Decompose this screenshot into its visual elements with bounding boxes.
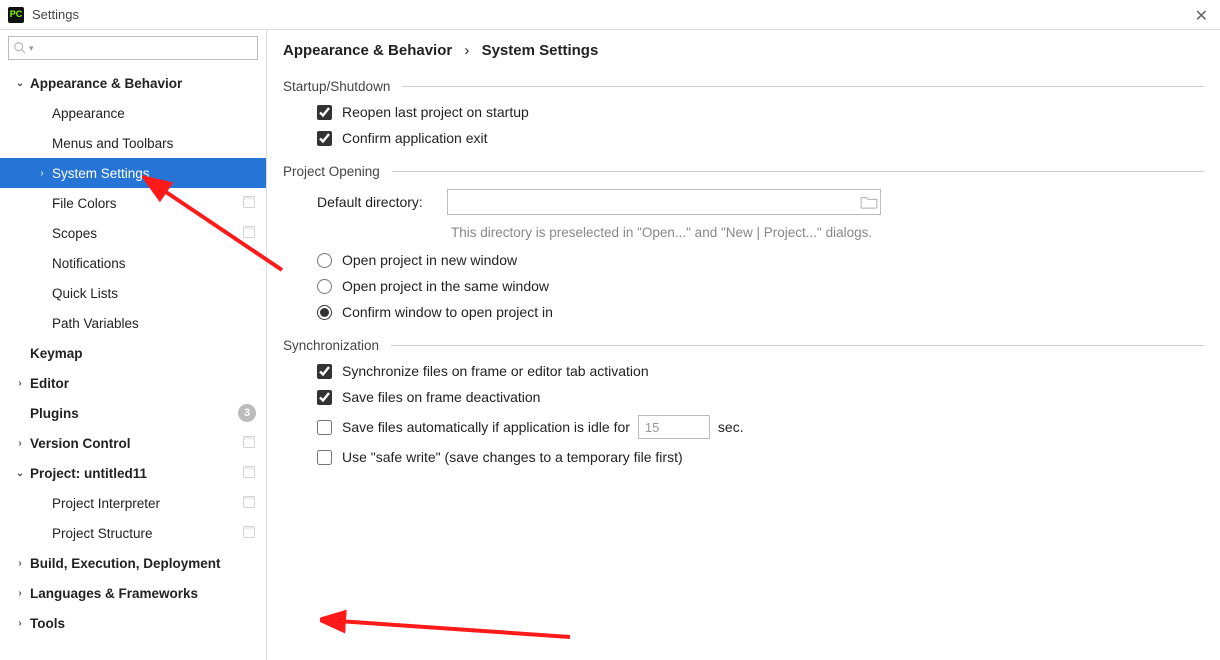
- tree-item-label: Notifications: [52, 256, 256, 271]
- tree-item-label: Path Variables: [52, 316, 256, 331]
- tree-item-version-control[interactable]: › Version Control: [0, 428, 266, 458]
- default-directory-hint: This directory is preselected in "Open..…: [451, 225, 1204, 240]
- reopen-checkbox[interactable]: [317, 105, 332, 120]
- tree-item-label: Keymap: [30, 346, 256, 361]
- checkbox-sync-files[interactable]: Synchronize files on frame or editor tab…: [317, 363, 1204, 379]
- tree-arrow-icon: ⌄: [14, 468, 26, 479]
- project-scope-icon: [242, 525, 256, 542]
- safe-write-checkbox[interactable]: [317, 450, 332, 465]
- content-pane: Appearance & Behavior › System Settings …: [267, 30, 1220, 660]
- radio-open-new-window[interactable]: Open project in new window: [317, 252, 1204, 268]
- save-deact-checkbox[interactable]: [317, 390, 332, 405]
- tree-item-project-untitled11[interactable]: ⌄ Project: untitled11: [0, 458, 266, 488]
- tree-item-label: Scopes: [52, 226, 242, 241]
- settings-tree: ⌄ Appearance & Behavior Appearance Menus an…: [0, 64, 266, 660]
- tree-item-label: Languages & Frameworks: [30, 586, 256, 601]
- tree-item-keymap[interactable]: Keymap: [0, 338, 266, 368]
- tree-item-scopes[interactable]: Scopes: [0, 218, 266, 248]
- confirm-window-radio[interactable]: [317, 305, 332, 320]
- tree-item-plugins[interactable]: Plugins3: [0, 398, 266, 428]
- tree-arrow-icon: ›: [14, 378, 26, 389]
- search-input[interactable]: [38, 37, 253, 59]
- tree-arrow-icon: ›: [14, 588, 26, 599]
- tree-item-project-structure[interactable]: Project Structure: [0, 518, 266, 548]
- titlebar: PC Settings ✕: [0, 0, 1220, 30]
- search-dropdown-icon[interactable]: ▾: [29, 43, 34, 54]
- project-scope-icon: [242, 495, 256, 512]
- tree-item-appearance[interactable]: Appearance: [0, 98, 266, 128]
- tree-item-label: Quick Lists: [52, 286, 256, 301]
- tree-item-label: Project Structure: [52, 526, 242, 541]
- search-icon: [13, 41, 27, 55]
- breadcrumb-separator: ›: [464, 42, 469, 59]
- tree-item-label: Plugins: [30, 406, 238, 421]
- tree-item-quick-lists[interactable]: Quick Lists: [0, 278, 266, 308]
- checkbox-save-on-deactivation[interactable]: Save files on frame deactivation: [317, 389, 1204, 405]
- confirm-exit-checkbox[interactable]: [317, 131, 332, 146]
- default-directory-field[interactable]: [447, 189, 881, 215]
- tree-arrow-icon: ›: [36, 168, 48, 179]
- default-directory-row: Default directory:: [317, 189, 1204, 215]
- app-icon: PC: [8, 7, 24, 23]
- tree-item-system-settings[interactable]: › System Settings: [0, 158, 266, 188]
- sidebar: ▾ ⌄ Appearance & Behavior Appearance Menus …: [0, 30, 267, 660]
- breadcrumb-part-2: System Settings: [482, 42, 599, 59]
- checkbox-safe-write[interactable]: Use "safe write" (save changes to a temp…: [317, 449, 1204, 465]
- breadcrumb: Appearance & Behavior › System Settings: [283, 42, 1204, 59]
- close-icon[interactable]: ✕: [1195, 6, 1208, 26]
- tree-item-appearance-behavior[interactable]: ⌄ Appearance & Behavior: [0, 68, 266, 98]
- tree-item-label: System Settings: [52, 166, 256, 181]
- section-title-project-opening: Project Opening: [283, 164, 1204, 179]
- tree-item-path-variables[interactable]: Path Variables: [0, 308, 266, 338]
- badge: 3: [238, 404, 256, 422]
- window-title: Settings: [32, 7, 79, 22]
- checkbox-reopen-last-project[interactable]: Reopen last project on startup: [317, 104, 1204, 120]
- tree-item-label: Editor: [30, 376, 256, 391]
- save-idle-checkbox[interactable]: [317, 420, 332, 435]
- section-title-startup: Startup/Shutdown: [283, 79, 1204, 94]
- tree-item-label: Menus and Toolbars: [52, 136, 256, 151]
- tree-item-label: Project: untitled11: [30, 466, 242, 481]
- tree-item-notifications[interactable]: Notifications: [0, 248, 266, 278]
- folder-icon[interactable]: [860, 195, 878, 209]
- open-new-window-radio[interactable]: [317, 253, 332, 268]
- dialog-body: ▾ ⌄ Appearance & Behavior Appearance Menus …: [0, 30, 1220, 660]
- tree-item-label: Project Interpreter: [52, 496, 242, 511]
- tree-arrow-icon: ›: [14, 438, 26, 449]
- checkbox-confirm-exit[interactable]: Confirm application exit: [317, 130, 1204, 146]
- default-directory-input[interactable]: [454, 195, 860, 210]
- tree-item-menus-and-toolbars[interactable]: Menus and Toolbars: [0, 128, 266, 158]
- tree-item-project-interpreter[interactable]: Project Interpreter: [0, 488, 266, 518]
- project-scope-icon: [242, 195, 256, 212]
- tree-item-label: Appearance: [52, 106, 256, 121]
- section-title-sync: Synchronization: [283, 338, 1204, 353]
- project-scope-icon: [242, 435, 256, 452]
- project-scope-icon: [242, 465, 256, 482]
- tree-item-label: Version Control: [30, 436, 242, 451]
- radio-confirm-window[interactable]: Confirm window to open project in: [317, 304, 1204, 320]
- project-scope-icon: [242, 225, 256, 242]
- breadcrumb-part-1: Appearance & Behavior: [283, 42, 452, 59]
- idle-seconds-input[interactable]: [638, 415, 710, 439]
- tree-item-build-execution-deployment[interactable]: › Build, Execution, Deployment: [0, 548, 266, 578]
- tree-item-editor[interactable]: › Editor: [0, 368, 266, 398]
- tree-item-label: Tools: [30, 616, 256, 631]
- checkbox-save-idle[interactable]: Save files automatically if application …: [317, 415, 1204, 439]
- search-box[interactable]: ▾: [8, 36, 258, 60]
- tree-item-languages-frameworks[interactable]: › Languages & Frameworks: [0, 578, 266, 608]
- default-directory-label: Default directory:: [317, 194, 447, 210]
- sync-files-checkbox[interactable]: [317, 364, 332, 379]
- tree-item-label: Build, Execution, Deployment: [30, 556, 256, 571]
- tree-arrow-icon: ›: [14, 558, 26, 569]
- tree-arrow-icon: ›: [14, 618, 26, 629]
- tree-arrow-icon: ⌄: [14, 78, 26, 89]
- radio-open-same-window[interactable]: Open project in the same window: [317, 278, 1204, 294]
- tree-item-label: File Colors: [52, 196, 242, 211]
- tree-item-tools[interactable]: › Tools: [0, 608, 266, 638]
- tree-item-file-colors[interactable]: File Colors: [0, 188, 266, 218]
- open-same-window-radio[interactable]: [317, 279, 332, 294]
- tree-item-label: Appearance & Behavior: [30, 76, 256, 91]
